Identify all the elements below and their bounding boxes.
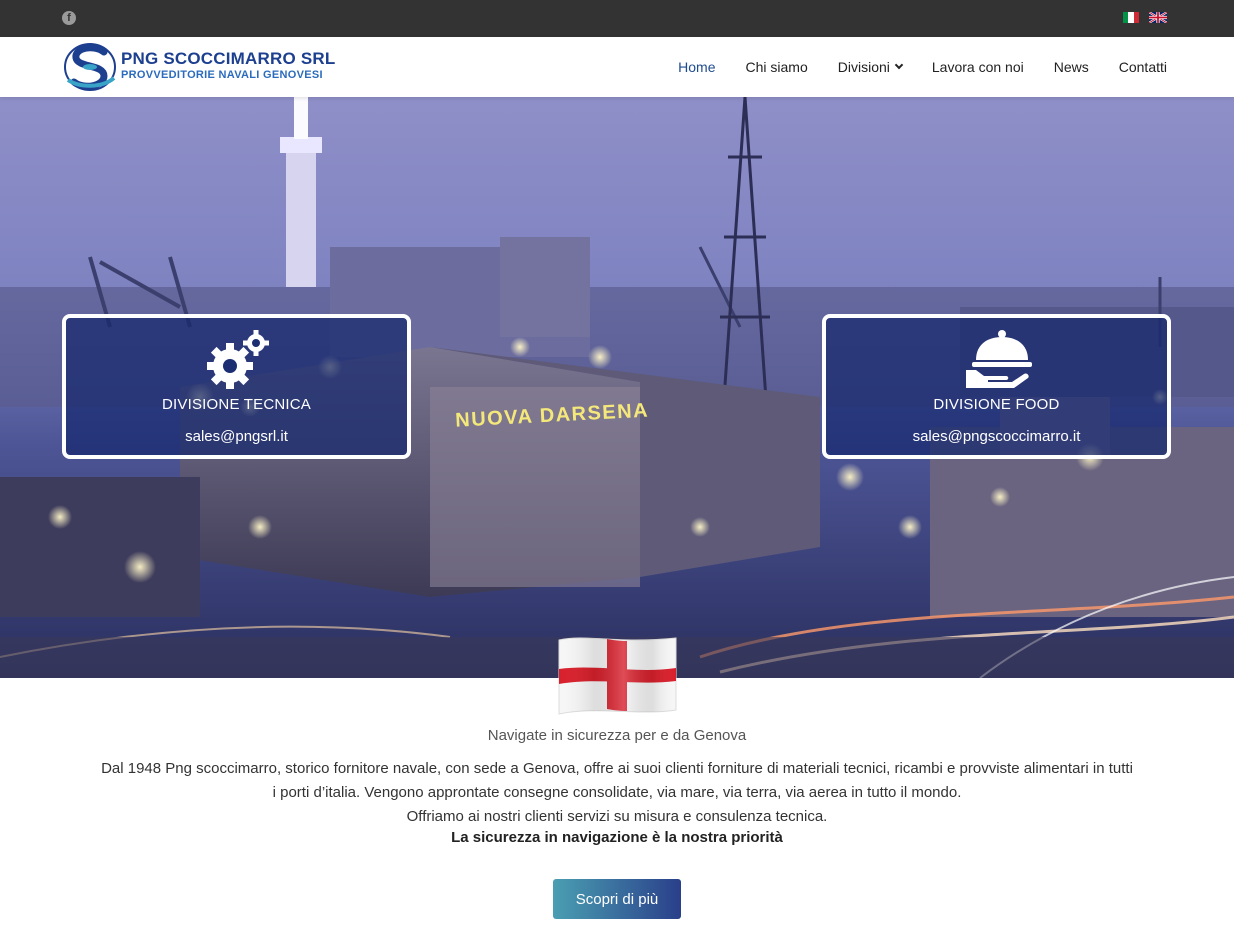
paragraph-line: Dal 1948 Png scoccimarro, storico fornit… xyxy=(101,760,1133,777)
division-email[interactable]: sales@pngsrl.it xyxy=(66,428,407,445)
facebook-icon[interactable]: f xyxy=(62,11,76,25)
logo-emblem-icon xyxy=(64,43,116,91)
company-logo[interactable]: PNG SCOCCIMARRO SRL PROVVEDITORIE NAVALI… xyxy=(64,42,335,92)
division-tecnica-card[interactable]: DIVISIONE TECNICA sales@pngsrl.it xyxy=(62,314,411,459)
main-nav: Home Chi siamo Divisioni Lavora con noi … xyxy=(648,37,1167,97)
paragraph-line: i porti d’italia. Vengono approntate con… xyxy=(272,784,962,801)
nav-item-contatti[interactable]: Contatti xyxy=(1119,59,1167,75)
nav-item-lavora-con-noi[interactable]: Lavora con noi xyxy=(932,59,1024,75)
logo-company-name: PNG SCOCCIMARRO SRL xyxy=(121,49,336,68)
division-title: DIVISIONE FOOD xyxy=(933,396,1060,413)
nav-label: Lavora con noi xyxy=(931,59,1024,75)
logo-tagline: PROVVEDITORIE NAVALI GENOVESI xyxy=(121,69,323,81)
nav-label: Chi siamo xyxy=(745,59,808,75)
priority-statement: La sicurezza in navigazione è la nostra … xyxy=(451,829,783,846)
intro-paragraph: Dal 1948 Png scoccimarro, storico fornit… xyxy=(62,757,1172,829)
paragraph-line: Offriamo ai nostri clienti servizi su mi… xyxy=(406,808,828,825)
genova-flag-icon xyxy=(558,637,677,715)
chevron-down-icon xyxy=(894,60,904,70)
nav-label: Home xyxy=(678,59,716,75)
division-title: DIVISIONE TECNICA xyxy=(162,396,311,413)
division-email[interactable]: sales@pngscoccimarro.it xyxy=(826,428,1167,445)
nav-label: Divisioni xyxy=(837,59,890,75)
nav-item-home[interactable]: Home xyxy=(678,59,715,75)
flag-italy-icon[interactable] xyxy=(1123,12,1139,23)
top-bar: f xyxy=(0,0,1234,37)
nav-item-chi-siamo[interactable]: Chi siamo xyxy=(746,59,808,75)
flag-uk-icon[interactable] xyxy=(1149,12,1167,23)
scopri-di-piu-button[interactable]: Scopri di più xyxy=(553,879,681,919)
cloche-icon xyxy=(965,330,1032,388)
nav-item-divisioni[interactable]: Divisioni xyxy=(837,59,904,75)
nav-label: Contatti xyxy=(1118,59,1167,75)
gears-icon xyxy=(206,330,269,389)
division-food-card[interactable]: DIVISIONE FOOD sales@pngscoccimarro.it xyxy=(822,314,1171,459)
nav-label: News xyxy=(1053,59,1089,75)
site-header: PNG SCOCCIMARRO SRL PROVVEDITORIE NAVALI… xyxy=(0,37,1234,97)
hero-section: NUOVA DARSENA DIVISIONE TECNICA sales@pn… xyxy=(0,97,1234,678)
tagline: Navigate in sicurezza per e da Genova xyxy=(487,727,747,744)
nav-item-news[interactable]: News xyxy=(1054,59,1089,75)
